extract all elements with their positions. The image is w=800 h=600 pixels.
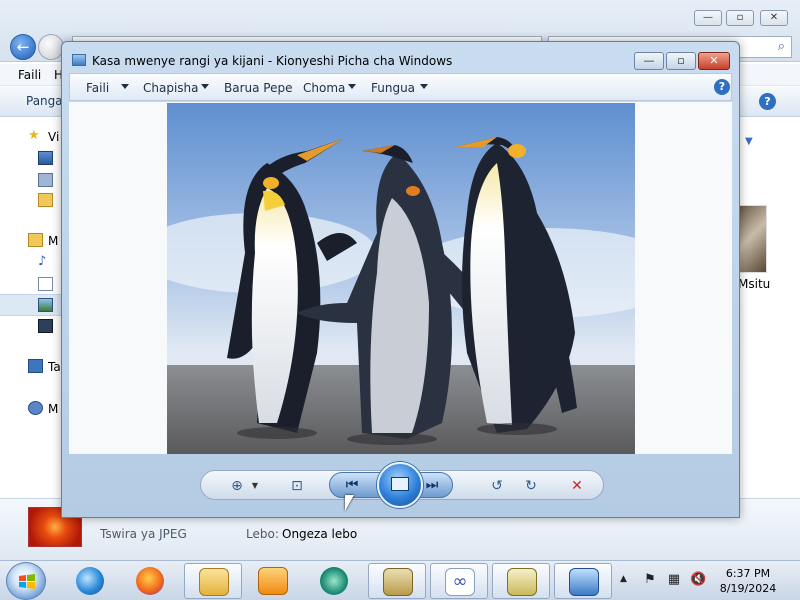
- flag-icon[interactable]: ⚑: [642, 572, 658, 588]
- slideshow-button[interactable]: [377, 462, 423, 508]
- viewer-minimize-button[interactable]: —: [634, 52, 664, 70]
- search-icon: ⌕: [777, 39, 785, 54]
- next-icon[interactable]: ⏭: [422, 475, 442, 495]
- back-arrow-icon[interactable]: ←: [10, 34, 36, 60]
- taskbar-firefox[interactable]: [122, 563, 180, 599]
- nav-item-recent[interactable]: [0, 190, 62, 212]
- photo-viewer-window: Kasa mwenye rangi ya kijani - Kionyeshi …: [61, 41, 740, 518]
- viewer-menubar: Faili Chapisha Barua Pepe Choma Fungua ?: [69, 73, 732, 101]
- volume-muted-icon[interactable]: 🔇: [690, 572, 706, 588]
- windows-logo-icon: [19, 574, 35, 589]
- rotate-left-icon[interactable]: ↺: [487, 476, 507, 496]
- star-icon: ★: [28, 128, 40, 143]
- taskbar-internet-explorer[interactable]: [62, 563, 120, 599]
- zoom-icon[interactable]: ⊕: [227, 476, 247, 496]
- nav-item-music[interactable]: ♪: [0, 252, 62, 274]
- taskbar: ∞ ▲ ⚑ ▦ 🔇 6:37 PM 8/19/2024: [0, 560, 800, 600]
- viewer-window-title: Kasa mwenye rangi ya kijani - Kionyeshi …: [92, 54, 453, 68]
- nav-item-videos[interactable]: [0, 316, 62, 338]
- file-thumbnail-label: Msitu: [738, 277, 771, 291]
- chevron-down-icon[interactable]: ▼: [245, 476, 265, 496]
- nav-item-downloads[interactable]: [0, 170, 62, 192]
- slideshow-icon: [391, 477, 409, 491]
- nav-item-network[interactable]: M: [0, 398, 62, 420]
- delete-icon[interactable]: ✕: [567, 476, 587, 496]
- mouse-cursor: [345, 495, 354, 511]
- help-icon[interactable]: ?: [714, 79, 730, 95]
- taskbar-media-player[interactable]: [244, 563, 302, 599]
- taskbar-photo-viewer[interactable]: [554, 563, 612, 599]
- nav-item-homegroup[interactable]: Ta: [0, 356, 62, 378]
- file-thumbnail-forest[interactable]: [739, 205, 767, 273]
- taskbar-explorer[interactable]: [184, 563, 242, 599]
- chevron-up-icon[interactable]: ▲: [620, 574, 627, 584]
- chevron-down-icon: [420, 84, 428, 89]
- chevron-down-icon: [121, 84, 129, 89]
- chevron-down-icon: [201, 84, 209, 89]
- network-icon[interactable]: ▦: [666, 572, 682, 588]
- nav-item-desktop[interactable]: [0, 148, 62, 170]
- explorer-close-button[interactable]: ✕: [760, 10, 788, 26]
- nav-item-libraries[interactable]: M: [0, 230, 62, 252]
- editor-icon: [507, 568, 537, 596]
- help-icon[interactable]: ?: [759, 93, 776, 110]
- taskbar-archive[interactable]: [368, 563, 426, 599]
- viewer-titlebar: Kasa mwenye rangi ya kijani - Kionyeshi …: [62, 42, 739, 72]
- viewer-controls-bar: ⊕ ▼ ⊡ ⏮ ⏭ ↺ ↻ ✕: [200, 462, 604, 508]
- file-type-label: Tswira ya JPEG: [100, 527, 187, 541]
- explorer-maximize-button[interactable]: ▫: [726, 10, 754, 26]
- chevron-down-icon[interactable]: ▼: [745, 136, 753, 147]
- downloads-icon: [38, 173, 53, 187]
- documents-icon: [38, 277, 53, 291]
- teal-app-icon: [320, 567, 348, 595]
- nav-item-favorites[interactable]: ★ Vi: [0, 126, 62, 148]
- archive-icon: [383, 568, 413, 596]
- taskbar-app-teal[interactable]: [306, 563, 364, 599]
- pictures-icon: [38, 298, 53, 312]
- homegroup-icon: [28, 359, 43, 373]
- network-icon: [28, 401, 43, 415]
- explorer-minimize-button[interactable]: —: [694, 10, 722, 26]
- menu-file[interactable]: Faili: [86, 81, 109, 95]
- nav-item-pictures[interactable]: [0, 294, 62, 316]
- chevron-down-icon: [348, 84, 356, 89]
- rotate-right-icon[interactable]: ↻: [521, 476, 541, 496]
- taskbar-editor[interactable]: [492, 563, 550, 599]
- previous-icon[interactable]: ⏮: [342, 475, 362, 495]
- photo-viewer-app-icon: [72, 54, 86, 66]
- viewer-close-button[interactable]: ✕: [698, 52, 730, 70]
- tags-label: Lebo:: [246, 527, 279, 541]
- clock-date[interactable]: 8/19/2024: [712, 582, 784, 595]
- fit-window-icon[interactable]: ⊡: [287, 476, 307, 496]
- clock-time[interactable]: 6:37 PM: [712, 567, 784, 580]
- taskbar-app-infinity[interactable]: ∞: [430, 563, 488, 599]
- music-icon: ♪: [38, 254, 47, 269]
- menu-email[interactable]: Barua Pepe: [224, 81, 292, 95]
- image-canvas: [69, 102, 732, 454]
- tags-value[interactable]: Ongeza lebo: [282, 527, 357, 541]
- desktop-icon: [38, 151, 53, 165]
- navigation-pane: ★ Vi M ♪ Ta M: [0, 118, 62, 498]
- explorer-menu-file[interactable]: Faili: [18, 68, 41, 82]
- firefox-icon: [136, 567, 164, 595]
- menu-open[interactable]: Fungua: [371, 81, 415, 95]
- folder-icon: [199, 568, 229, 596]
- nav-item-documents[interactable]: [0, 274, 62, 296]
- photo-viewer-icon: [569, 568, 599, 596]
- infinity-icon: ∞: [445, 568, 475, 596]
- videos-icon: [38, 319, 53, 333]
- menu-burn[interactable]: Choma: [303, 81, 345, 95]
- start-button[interactable]: [6, 562, 46, 600]
- menu-print[interactable]: Chapisha: [143, 81, 199, 95]
- libraries-icon: [28, 233, 43, 247]
- penguins-photo: [167, 103, 635, 454]
- media-player-icon: [258, 567, 288, 595]
- viewer-maximize-button[interactable]: ▫: [666, 52, 696, 70]
- internet-explorer-icon: [76, 567, 104, 595]
- recent-places-icon: [38, 193, 53, 207]
- organize-button[interactable]: Panga: [26, 94, 63, 108]
